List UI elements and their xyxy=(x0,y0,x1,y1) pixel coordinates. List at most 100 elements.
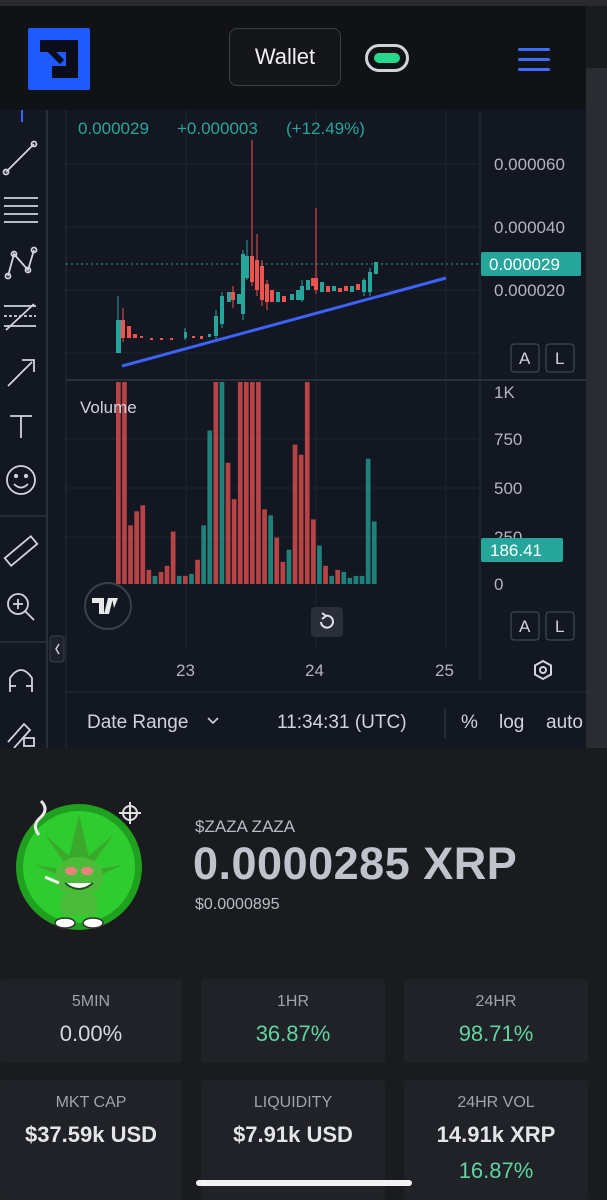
stat-secondary-value: 16.87% xyxy=(458,1158,534,1183)
legend-change: +0.000003 xyxy=(177,119,258,138)
volume-bar xyxy=(231,499,237,584)
page-scrollbar[interactable] xyxy=(586,68,607,748)
emoji-icon[interactable] xyxy=(6,465,36,495)
volume-bar xyxy=(317,545,322,584)
volume-title: Volume xyxy=(80,398,137,417)
fib-icon[interactable] xyxy=(4,303,36,331)
text-icon[interactable] xyxy=(10,415,32,438)
volume-bar xyxy=(219,382,225,584)
token-avatar xyxy=(15,795,145,935)
volume-bar xyxy=(371,521,377,584)
volume-bar xyxy=(335,569,340,584)
token-price-usd: $0.0000895 xyxy=(195,896,280,913)
logo-mark-icon xyxy=(39,39,78,78)
volume-bar xyxy=(359,575,365,584)
stat-1hr: 1HR 36.87% xyxy=(201,979,385,1063)
candlestick-series xyxy=(116,140,378,353)
svg-text:A: A xyxy=(519,349,531,368)
stat-value: 14.91k XRP xyxy=(436,1122,556,1147)
volume-bar xyxy=(134,511,139,584)
volume-bar xyxy=(353,575,359,584)
ruler-icon[interactable] xyxy=(3,534,39,568)
volume-bar xyxy=(146,569,152,584)
volume-bar xyxy=(207,430,213,584)
zoom-in-icon[interactable] xyxy=(7,593,35,621)
hamburger-menu-icon[interactable] xyxy=(518,48,550,72)
volume-bar xyxy=(298,454,304,584)
horizontal-lines-icon[interactable] xyxy=(4,197,38,223)
arrow-icon[interactable] xyxy=(7,359,35,387)
price-chart[interactable]: 0.000060 0.000040 0.000020 0.000029 0.00… xyxy=(0,110,586,748)
date-tick: 25 xyxy=(435,661,454,680)
last-price-label: 0.000029 xyxy=(489,255,560,274)
lock-pencil-icon[interactable] xyxy=(7,722,35,749)
volume-bar xyxy=(244,382,249,584)
token-name: $ZAZA ZAZA xyxy=(195,817,296,836)
theme-toggle[interactable] xyxy=(365,44,409,72)
stat-value: 98.71% xyxy=(458,1021,534,1046)
toolbar-collapse-handle[interactable] xyxy=(49,635,65,663)
auto-toggle[interactable]: auto xyxy=(546,712,583,733)
toggle-knob xyxy=(374,53,400,63)
date-range-button[interactable]: Date Range xyxy=(87,712,188,733)
magnet-icon[interactable] xyxy=(9,669,33,692)
log-toggle[interactable]: log xyxy=(499,712,524,733)
legend-change-pct: (+12.49%) xyxy=(286,119,365,138)
volume-bar xyxy=(152,575,158,584)
volume-bar xyxy=(128,525,133,584)
percent-toggle[interactable]: % xyxy=(461,712,478,733)
volume-bar xyxy=(176,575,182,584)
stat-value: $37.59k USD xyxy=(24,1122,158,1147)
volume-bar xyxy=(365,458,371,584)
volume-bar xyxy=(329,575,334,584)
stat-value: 36.87% xyxy=(255,1021,331,1046)
volume-tick: 0 xyxy=(494,575,503,594)
volume-series xyxy=(116,382,377,584)
stat-label: 5MIN xyxy=(71,993,111,1010)
volume-bar xyxy=(286,549,292,584)
volume-bar xyxy=(347,577,353,584)
wallet-button[interactable]: Wallet xyxy=(229,28,341,86)
chevron-down-icon xyxy=(207,717,219,725)
stat-label: 24HR xyxy=(475,993,517,1010)
stat-label: LIQUIDITY xyxy=(253,1094,333,1111)
svg-text:A: A xyxy=(519,617,531,636)
stat-label: 1HR xyxy=(276,993,309,1010)
legend-price: 0.000029 xyxy=(78,119,149,138)
token-price-xrp: 0.0000285 XRP xyxy=(193,838,518,889)
price-tick: 0.000040 xyxy=(494,218,565,237)
reset-chart-button[interactable] xyxy=(311,607,343,637)
volume-bar xyxy=(158,571,164,584)
stat-5min: 5MIN 0.00% xyxy=(0,979,182,1063)
stat-value: $7.91k USD xyxy=(233,1122,353,1147)
app-logo[interactable] xyxy=(28,28,90,90)
date-tick: 24 xyxy=(305,661,324,680)
toolbar-divider xyxy=(46,110,48,748)
stat-market-cap: MKT CAP $37.59k USD xyxy=(0,1080,182,1200)
volume-bar xyxy=(170,531,176,584)
price-tick: 0.000020 xyxy=(494,281,565,300)
drawing-toolbar xyxy=(0,110,46,749)
price-tick: 0.000060 xyxy=(494,155,565,174)
stat-24hr: 24HR 98.71% xyxy=(404,979,588,1063)
volume-bar xyxy=(183,575,188,584)
volume-bar xyxy=(256,382,261,584)
volume-bar xyxy=(311,519,316,584)
svg-text:L: L xyxy=(555,349,564,368)
volume-bar xyxy=(195,559,200,584)
volume-bar xyxy=(341,571,347,584)
volume-bar xyxy=(262,509,267,584)
pattern-icon[interactable] xyxy=(4,246,38,280)
trend-line-icon[interactable] xyxy=(2,140,38,176)
volume-bar xyxy=(189,573,194,584)
utc-time: 11:34:31 (UTC) xyxy=(277,712,407,733)
volume-bar xyxy=(201,525,206,584)
last-volume-label: 186.41 xyxy=(490,541,542,560)
volume-bar xyxy=(323,565,328,584)
volume-bar xyxy=(292,444,298,584)
app-header: Wallet xyxy=(0,6,586,110)
svg-text:L: L xyxy=(555,617,564,636)
volume-bar xyxy=(274,537,280,584)
settings-icon[interactable] xyxy=(534,659,552,681)
volume-bar xyxy=(280,561,286,584)
